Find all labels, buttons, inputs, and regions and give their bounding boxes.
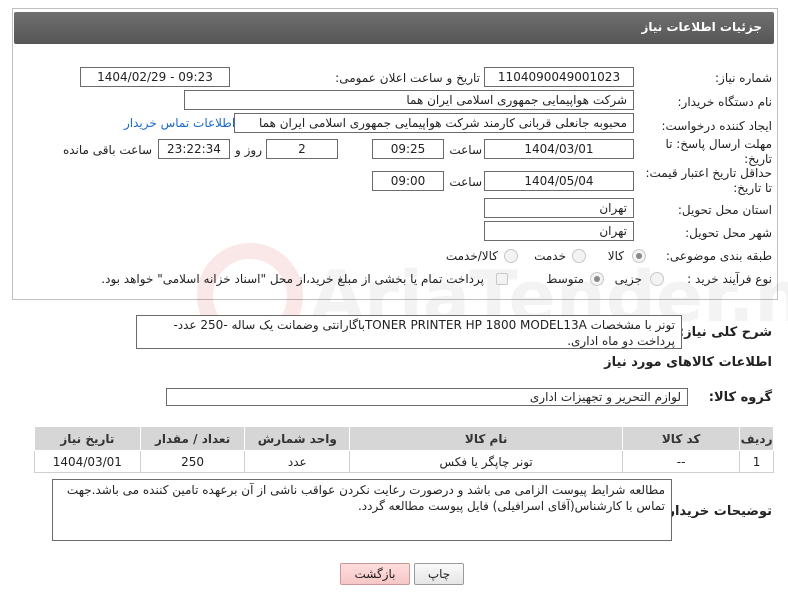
cell-name: تونر چاپگر یا فکس [349,450,624,473]
validity-time-label: ساعت [449,175,482,189]
price-validity-label-2: تا تاریخ: [733,181,772,195]
buyer-notes-field[interactable]: مطالعه شرایط پیوست الزامی می باشد و درصو… [52,479,672,541]
goods-section-title: اطلاعات کالاهای مورد نیاز [604,355,772,370]
reply-deadline-label-2: تاریخ: [744,152,772,166]
cell-date: 1404/03/01 [34,450,141,473]
cell-row: 1 [739,450,774,473]
goods-group-field[interactable]: لوازم التحریر و تجهیزات اداری [166,388,688,406]
col-header-code: کد کالا [622,426,741,451]
description-label: شرح کلی نیاز: [678,325,772,340]
category-radio-service[interactable] [572,249,586,263]
city-label: شهر محل تحویل: [685,226,772,240]
back-button[interactable]: بازگشت [340,563,410,585]
category-option-both: کالا/خدمت [445,249,498,263]
goods-group-label: گروه کالا: [708,390,772,405]
cell-qty: 250 [139,450,246,473]
buyer-org-field[interactable]: شرکت هواپیمایی جمهوری اسلامی ایران هما [184,90,634,110]
reply-time-label: ساعت [449,143,482,157]
price-validity-label: حداقل تاریخ اعتبار قیمت: [645,166,772,180]
process-option-medium: متوسط [546,272,584,286]
city-field[interactable]: تهران [484,221,634,241]
announce-datetime-label: تاریخ و ساعت اعلان عمومی: [335,71,480,85]
requester-label: ایجاد کننده درخواست: [661,119,772,133]
announce-datetime-field[interactable]: 1404/02/29 - 09:23 [80,67,230,87]
validity-date-field[interactable]: 1404/05/04 [484,171,634,191]
goods-table: ردیف کد کالا نام کالا واحد شمارش تعداد /… [34,426,774,473]
category-option-goods: کالا [607,249,624,263]
card-header: جزئیات اطلاعات نیاز [14,12,774,44]
province-field[interactable]: تهران [484,198,634,218]
process-option-minor: جزیی [614,272,642,286]
col-header-unit: واحد شمارش [244,426,351,451]
remaining-time-field[interactable]: 23:22:34 [158,139,230,159]
category-radio-goods[interactable] [632,249,646,263]
remaining-label: ساعت باقی مانده [62,143,152,157]
days-field[interactable]: 2 [266,139,338,159]
category-label: طبقه بندی موضوعی: [665,249,772,263]
table-row[interactable]: 1 -- تونر چاپگر یا فکس عدد 250 1404/03/0… [34,450,774,473]
col-header-date: تاریخ نیاز [34,426,141,451]
reply-time-field[interactable]: 09:25 [372,139,444,159]
buyer-org-label: نام دستگاه خریدار: [677,95,773,109]
cell-unit: عدد [244,450,351,473]
province-label: استان محل تحویل: [677,203,772,217]
days-label: روز و [235,143,262,157]
page-title: جزئیات اطلاعات نیاز [641,20,762,34]
process-radio-minor[interactable] [650,272,664,286]
category-option-service: خدمت [534,249,566,263]
need-number-field[interactable]: 1104090049001023 [484,67,634,87]
buyer-notes-label: توضیحات خریدار: [662,504,772,519]
category-radio-both[interactable] [504,249,518,263]
col-header-row: ردیف [739,426,774,451]
col-header-name: نام کالا [349,426,624,451]
process-radio-medium[interactable] [590,272,604,286]
reply-date-field[interactable]: 1404/03/01 [484,139,634,159]
cell-code: -- [622,450,741,473]
print-button[interactable]: چاپ [414,563,464,585]
buyer-contact-link[interactable]: اطلاعات تماس خریدار [124,116,235,130]
payment-note: پرداخت تمام یا بخشی از مبلغ خرید،از محل … [101,272,484,286]
reply-deadline-label: مهلت ارسال پاسخ: تا [665,137,772,151]
process-label: نوع فرآیند خرید : [687,272,772,286]
description-field[interactable]: تونر با مشخصات TONER PRINTER HP 1800 MOD… [136,315,682,349]
requester-field[interactable]: محبوبه جانعلی قربانی کارمند شرکت هواپیما… [234,113,634,133]
treasury-checkbox[interactable] [496,273,508,285]
validity-time-field[interactable]: 09:00 [372,171,444,191]
need-number-label: شماره نیاز: [715,71,772,85]
col-header-qty: تعداد / مقدار [139,426,246,451]
